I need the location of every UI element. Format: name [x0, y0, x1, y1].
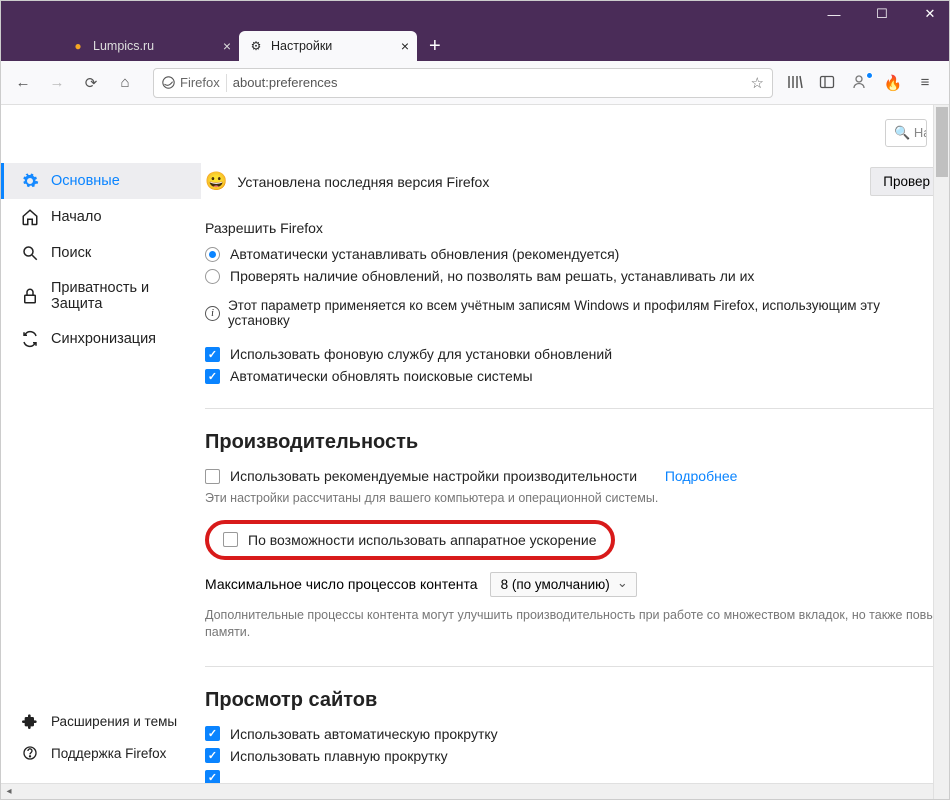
allow-firefox-label: Разрешить Firefox	[205, 220, 943, 236]
favicon-lumpics: ●	[71, 39, 85, 53]
sidebar-label: Начало	[51, 209, 102, 225]
browsing-heading: Просмотр сайтов	[205, 689, 943, 712]
sidebar-item-search[interactable]: Поиск	[1, 235, 201, 271]
info-note: i Этот параметр применяется ко всем учёт…	[205, 298, 943, 328]
sidebar-item-general[interactable]: Основные	[1, 163, 201, 199]
checkbox-autoscroll[interactable]: Использовать автоматическую прокрутку	[205, 726, 943, 742]
version-status-text: Установлена последняя версия Firefox	[237, 174, 860, 190]
sidebar-label: Поддержка Firefox	[51, 746, 166, 761]
checkbox-icon	[205, 347, 220, 362]
checkbox-icon	[205, 469, 220, 484]
scroll-left-icon[interactable]: ◂	[1, 786, 17, 797]
sidebar-label: Основные	[51, 173, 120, 189]
forward-button[interactable]: →	[43, 69, 71, 97]
profile-icon[interactable]	[851, 74, 871, 92]
menu-icon[interactable]: ≡	[915, 74, 935, 92]
bookmark-star-icon[interactable]: ☆	[751, 74, 764, 92]
window-titlebar: — ☐ ✕	[1, 1, 949, 27]
highlight-annotation: По возможности использовать аппаратное у…	[205, 520, 615, 560]
settings-sidebar: Основные Начало Поиск Приватность и Защи…	[1, 105, 201, 799]
sidebar-label: Поиск	[51, 245, 91, 261]
checkbox-icon	[223, 532, 238, 547]
divider	[205, 408, 943, 409]
perf-note-2: Дополнительные процессы контента могут у…	[205, 607, 943, 642]
checkbox-label: По возможности использовать аппаратное у…	[248, 532, 597, 548]
checkbox-label: Использовать плавную прокрутку	[230, 748, 448, 764]
divider	[205, 666, 943, 667]
checkbox-icon	[205, 369, 220, 384]
content-process-select[interactable]: 8 (по умолчанию)	[490, 572, 637, 597]
checkbox-auto-search-engines[interactable]: Автоматически обновлять поисковые систем…	[205, 368, 943, 384]
tab-label: Lumpics.ru	[93, 39, 154, 53]
tab-close-icon[interactable]: ×	[401, 38, 409, 54]
identity-box[interactable]: Firefox	[162, 75, 220, 90]
sidebar-label: Синхронизация	[51, 331, 156, 347]
tab-strip: ● Lumpics.ru × ⚙ Настройки × +	[1, 27, 949, 61]
new-tab-button[interactable]: +	[417, 31, 453, 61]
info-text: Этот параметр применяется ко всем учётны…	[228, 298, 943, 328]
performance-heading: Производительность	[205, 431, 943, 454]
tab-lumpics[interactable]: ● Lumpics.ru ×	[61, 31, 239, 61]
radio-label: Автоматически устанавливать обновления (…	[230, 246, 619, 262]
sidebar-item-home[interactable]: Начало	[1, 199, 201, 235]
puzzle-icon	[21, 712, 39, 730]
content-process-label: Максимальное число процессов контента	[205, 576, 478, 592]
url-bar[interactable]: Firefox about:preferences ☆	[153, 68, 773, 98]
toolbar-buttons: 🔥 ≡	[787, 74, 941, 92]
search-icon	[21, 244, 39, 262]
info-icon: i	[205, 306, 220, 321]
reload-button[interactable]: ⟳	[77, 69, 105, 97]
checkbox-label: Автоматически обновлять поисковые систем…	[230, 368, 533, 384]
horizontal-scrollbar[interactable]: ◂	[1, 783, 933, 799]
sidebar-toggle-icon[interactable]	[819, 74, 839, 92]
sidebar-item-privacy[interactable]: Приватность и Защита	[1, 271, 201, 321]
checkbox-label: Использовать рекомендуемые настройки про…	[230, 468, 637, 484]
sidebar-item-addons[interactable]: Расширения и темы	[1, 705, 201, 737]
radio-label: Проверять наличие обновлений, но позволя…	[230, 268, 754, 284]
sidebar-label: Расширения и темы	[51, 714, 177, 729]
nav-toolbar: ← → ⟳ ⌂ Firefox about:preferences ☆ 🔥 ≡	[1, 61, 949, 105]
smiley-icon: 😀	[205, 171, 227, 192]
firefox-icon	[162, 76, 175, 89]
fire-icon[interactable]: 🔥	[883, 74, 903, 92]
radio-check-only[interactable]: Проверять наличие обновлений, но позволя…	[205, 268, 943, 284]
back-button[interactable]: ←	[9, 69, 37, 97]
checkbox-label: Использовать автоматическую прокрутку	[230, 726, 498, 742]
sidebar-item-sync[interactable]: Синхронизация	[1, 321, 201, 357]
radio-auto-install[interactable]: Автоматически устанавливать обновления (…	[205, 246, 943, 262]
help-icon	[21, 744, 39, 762]
window-minimize[interactable]: —	[819, 7, 849, 22]
tab-settings[interactable]: ⚙ Настройки ×	[239, 31, 417, 61]
sidebar-label: Приватность и Защита	[51, 280, 189, 312]
checkbox-hw-accel[interactable]: По возможности использовать аппаратное у…	[223, 532, 597, 548]
library-icon[interactable]	[787, 74, 807, 92]
gear-icon	[21, 172, 39, 190]
settings-search-input[interactable]: 🔍 Най	[885, 119, 927, 147]
home-button[interactable]: ⌂	[111, 69, 139, 97]
checkbox-label: Использовать фоновую службу для установк…	[230, 346, 612, 362]
checkbox-smooth-scroll[interactable]: Использовать плавную прокрутку	[205, 748, 943, 764]
sync-icon	[21, 330, 39, 348]
lock-icon	[21, 287, 39, 305]
url-text: about:preferences	[233, 75, 745, 90]
sidebar-item-support[interactable]: Поддержка Firefox	[1, 737, 201, 769]
checkbox-icon	[205, 748, 220, 763]
radio-icon	[205, 247, 220, 262]
checkbox-icon	[205, 726, 220, 741]
settings-main: 🔍 Най 😀 Установлена последняя версия Fir…	[201, 105, 949, 799]
checkbox-recommended-perf[interactable]: Использовать рекомендуемые настройки про…	[205, 468, 943, 484]
home-icon	[21, 208, 39, 226]
learn-more-link[interactable]: Подробнее	[665, 468, 738, 484]
radio-icon	[205, 269, 220, 284]
perf-note-1: Эти настройки рассчитаны для вашего комп…	[205, 490, 943, 508]
tab-label: Настройки	[271, 39, 332, 53]
checkbox-bg-service[interactable]: Использовать фоновую службу для установк…	[205, 346, 943, 362]
window-maximize[interactable]: ☐	[867, 6, 897, 22]
vertical-scrollbar[interactable]	[933, 105, 949, 799]
gear-icon: ⚙	[249, 39, 263, 53]
scrollbar-thumb[interactable]	[936, 107, 948, 177]
tab-close-icon[interactable]: ×	[223, 38, 231, 54]
window-close[interactable]: ✕	[915, 6, 945, 22]
